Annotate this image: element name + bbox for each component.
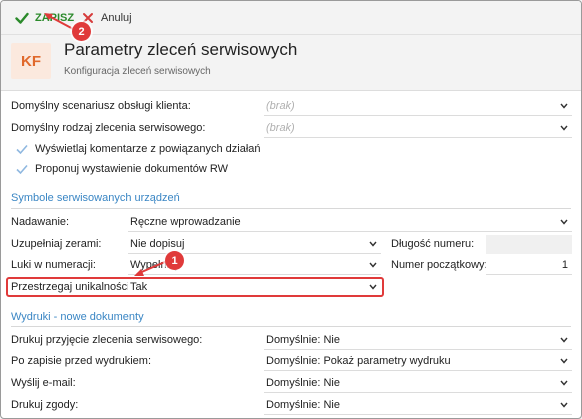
gaps-label: Luki w numeracji: bbox=[11, 259, 96, 271]
checkmark-icon bbox=[15, 12, 29, 24]
consent-label: Drukuj zgody: bbox=[11, 399, 79, 411]
chevron-down-icon bbox=[560, 337, 568, 343]
comments-checkbox[interactable]: Wyświetlaj komentarze z powiązanych dzia… bbox=[15, 140, 261, 158]
email-value: Domyślnie: Nie bbox=[266, 377, 340, 389]
email-label: Wyślij e-mail: bbox=[11, 377, 76, 389]
check-icon bbox=[16, 144, 28, 155]
page-title: Parametry zleceń serwisowych bbox=[64, 40, 298, 59]
chevron-down-icon bbox=[369, 262, 377, 268]
start-number-label: Numer początkowy: bbox=[391, 259, 488, 271]
zeros-value: Nie dopisuj bbox=[130, 238, 185, 250]
length-input bbox=[486, 235, 572, 254]
rw-checkbox-label: Proponuj wystawienie dokumentów RW bbox=[35, 163, 228, 175]
scenario-select[interactable]: (brak) bbox=[264, 97, 572, 116]
chevron-down-icon bbox=[560, 103, 568, 109]
consent-value: Domyślnie: Nie bbox=[266, 399, 340, 411]
section-divider bbox=[11, 326, 571, 327]
scenario-label: Domyślny scenariusz obsługi klienta: bbox=[11, 100, 191, 112]
receipt-value: Domyślnie: Nie bbox=[266, 334, 340, 346]
page-subtitle: Konfiguracja zleceń serwisowych bbox=[64, 66, 211, 77]
chevron-down-icon bbox=[560, 219, 568, 225]
callout-badge-2: 2 bbox=[72, 22, 91, 41]
page-header: KF Parametry zleceń serwisowych Konfigur… bbox=[1, 35, 581, 91]
order-type-value: (brak) bbox=[266, 122, 295, 134]
highlight-box bbox=[6, 277, 384, 297]
window: ZAPISZ Anuluj KF Parametry zleceń serwis… bbox=[0, 0, 582, 419]
chevron-down-icon bbox=[369, 241, 377, 247]
start-number-input[interactable]: 1 bbox=[486, 256, 572, 275]
zeros-label: Uzupełniaj zerami: bbox=[11, 238, 102, 250]
comments-checkbox-label: Wyświetlaj komentarze z powiązanych dzia… bbox=[35, 143, 261, 155]
assign-select[interactable]: Ręczne wprowadzanie bbox=[128, 213, 572, 232]
after-save-value: Domyślnie: Pokaż parametry wydruku bbox=[266, 355, 451, 367]
check-icon bbox=[16, 164, 28, 175]
section-title-printouts: Wydruki - nowe dokumenty bbox=[11, 311, 144, 323]
callout-badge-1: 1 bbox=[165, 251, 184, 270]
chevron-down-icon bbox=[560, 402, 568, 408]
section-title-symbols: Symbole serwisowanych urządzeń bbox=[11, 192, 180, 204]
assign-label: Nadawanie: bbox=[11, 216, 70, 228]
module-logo: KF bbox=[11, 43, 51, 79]
assign-value: Ręczne wprowadzanie bbox=[130, 216, 241, 228]
consent-select[interactable]: Domyślnie: Nie bbox=[264, 396, 572, 415]
receipt-select[interactable]: Domyślnie: Nie bbox=[264, 331, 572, 350]
receipt-label: Drukuj przyjęcie zlecenia serwisowego: bbox=[11, 334, 203, 346]
cancel-label: Anuluj bbox=[101, 12, 132, 24]
section-divider bbox=[11, 208, 571, 209]
rw-checkbox[interactable]: Proponuj wystawienie dokumentów RW bbox=[15, 160, 228, 178]
chevron-down-icon bbox=[560, 125, 568, 131]
zeros-select[interactable]: Nie dopisuj bbox=[128, 235, 381, 254]
chevron-down-icon bbox=[560, 380, 568, 386]
cancel-button[interactable]: Anuluj bbox=[81, 10, 132, 26]
scenario-value: (brak) bbox=[266, 100, 295, 112]
after-save-label: Po zapisie przed wydrukiem: bbox=[11, 355, 152, 367]
length-label: Długość numeru: bbox=[391, 238, 475, 250]
email-select[interactable]: Domyślnie: Nie bbox=[264, 374, 572, 393]
order-type-select[interactable]: (brak) bbox=[264, 119, 572, 138]
chevron-down-icon bbox=[560, 358, 568, 364]
order-type-label: Domyślny rodzaj zlecenia serwisowego: bbox=[11, 122, 206, 134]
after-save-select[interactable]: Domyślnie: Pokaż parametry wydruku bbox=[264, 352, 572, 371]
